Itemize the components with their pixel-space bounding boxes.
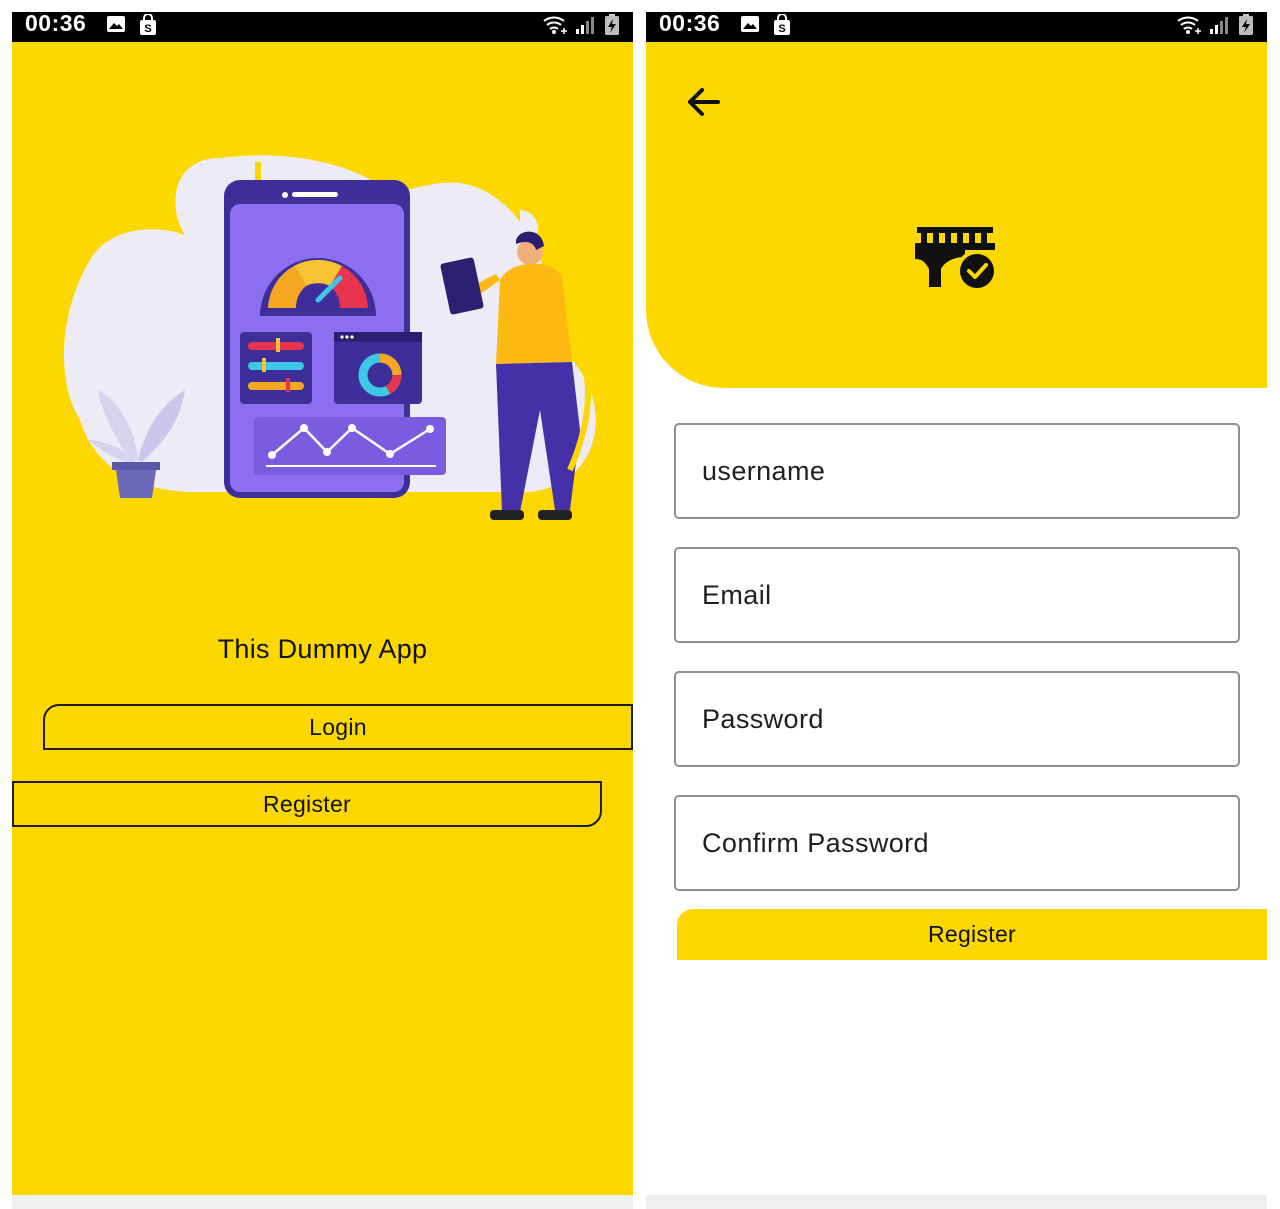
email-input[interactable] [676, 549, 1238, 641]
shopping-bag-icon: S [140, 14, 156, 35]
username-field [674, 423, 1240, 519]
shopping-bag-icon: S [774, 14, 790, 35]
confirm-password-field [674, 795, 1240, 891]
password-input[interactable] [676, 673, 1238, 765]
status-bar: 00:36 S [12, 12, 633, 42]
navigation-bar [646, 1195, 1267, 1209]
status-time: 00:36 [659, 12, 721, 36]
signal-icon [1210, 17, 1228, 34]
register-screen: 00:36 S username Email Register [646, 12, 1267, 1209]
confirm-password-input[interactable] [676, 797, 1238, 889]
gallery-icon [741, 16, 759, 32]
arrow-left-icon[interactable] [684, 82, 724, 122]
register-submit-button[interactable]: Register [677, 909, 1267, 960]
svg-text:S: S [144, 23, 151, 35]
dashboard-illustration [63, 155, 596, 520]
login-button[interactable]: Login [43, 704, 633, 750]
battery-icon [1239, 14, 1253, 35]
signal-icon [576, 17, 594, 34]
status-time: 00:36 [25, 12, 87, 36]
wifi-icon [543, 16, 567, 34]
status-bar: 00:36 S [646, 12, 1267, 42]
welcome-screen: 00:36 S This Dummy App Login Register [12, 12, 633, 1209]
gallery-icon [107, 16, 125, 32]
svg-text:S: S [778, 23, 785, 35]
email-field [674, 547, 1240, 643]
username-input[interactable] [676, 425, 1238, 517]
navigation-bar [12, 1195, 633, 1209]
battery-icon [605, 14, 619, 35]
railway-check-icon [915, 227, 998, 292]
wifi-icon [1177, 16, 1201, 34]
app-title: This Dummy App [217, 634, 428, 664]
password-field [674, 671, 1240, 767]
register-button[interactable]: Register [12, 781, 602, 827]
header-banner [646, 42, 1267, 388]
